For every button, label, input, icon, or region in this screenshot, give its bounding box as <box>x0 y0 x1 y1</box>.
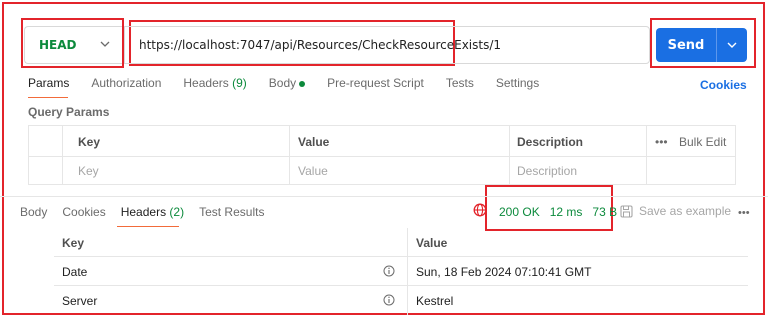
tab-response-cookies[interactable]: Cookies <box>62 205 105 219</box>
send-button[interactable]: Send <box>656 28 747 62</box>
header-key: Date <box>62 265 88 279</box>
tab-tests[interactable]: Tests <box>446 76 474 96</box>
bulk-edit-button[interactable]: Bulk Edit <box>679 135 726 149</box>
method-select[interactable]: HEAD <box>24 26 122 64</box>
tab-response-headers[interactable]: Headers (2) <box>121 205 184 219</box>
method-label: HEAD <box>39 38 77 52</box>
tab-response-headers-label: Headers <box>120 205 167 219</box>
response-status: 200 OK 12 ms 73 B <box>499 205 617 219</box>
key-input[interactable]: Key <box>78 164 99 178</box>
column-header-value: Value <box>298 135 330 149</box>
response-tabs: Body Cookies Headers (2) Test Results <box>20 205 279 219</box>
info-icon[interactable] <box>383 265 395 277</box>
column-header-key: Key <box>78 135 101 149</box>
chevron-down-icon <box>727 42 737 48</box>
send-options-chevron[interactable] <box>717 40 747 50</box>
column-divider <box>407 257 408 285</box>
header-key: Server <box>62 294 98 308</box>
column-divider <box>407 286 408 315</box>
body-indicator-dot <box>299 80 306 87</box>
column-divider <box>62 126 63 184</box>
table-row: Server Kestrel <box>54 286 748 315</box>
response-headers-table: Key Value Date Sun, 18 Feb 2024 07:10:41… <box>54 228 748 315</box>
url-input[interactable]: https://localhost:7047/api/Resources/Che… <box>124 26 650 64</box>
column-header-key: Key <box>62 236 85 250</box>
query-params-table: Key Value Description ••• Bulk Edit Key … <box>28 125 736 185</box>
response-size[interactable]: 73 B <box>592 205 617 219</box>
value-input[interactable]: Value <box>298 164 328 178</box>
description-input[interactable]: Description <box>517 164 577 178</box>
header-value: Sun, 18 Feb 2024 07:10:41 GMT <box>416 265 592 279</box>
save-as-example-button[interactable]: Save as example <box>620 204 731 218</box>
tab-params[interactable]: Params <box>28 76 69 96</box>
status-code[interactable]: 200 OK <box>499 205 540 219</box>
save-icon <box>620 204 633 218</box>
save-as-example-label: Save as example <box>639 204 732 218</box>
active-tab-indicator <box>28 97 68 98</box>
tab-authorization[interactable]: Authorization <box>91 76 161 96</box>
pane-divider[interactable] <box>0 196 768 197</box>
table-row-divider <box>29 156 735 157</box>
column-divider <box>289 126 290 184</box>
info-icon[interactable] <box>383 294 395 306</box>
tab-settings[interactable]: Settings <box>496 76 539 96</box>
chevron-down-icon <box>100 41 110 47</box>
send-label: Send <box>667 37 705 53</box>
tab-test-results[interactable]: Test Results <box>199 205 264 219</box>
table-header-row: Key Value <box>54 228 748 257</box>
cookies-link[interactable]: Cookies <box>700 78 747 92</box>
column-header-description: Description <box>517 135 584 149</box>
tab-pre-request-script[interactable]: Pre-request Script <box>327 76 424 96</box>
tab-body-label: Body <box>268 76 297 90</box>
more-options-icon[interactable]: ••• <box>655 135 668 149</box>
request-tabs: Params Authorization Headers (9) Body Pr… <box>28 76 561 96</box>
tab-headers-label: Headers <box>183 76 229 90</box>
column-header-value: Value <box>416 236 448 250</box>
active-response-tab-indicator <box>117 226 179 227</box>
table-row: Date Sun, 18 Feb 2024 07:10:41 GMT <box>54 257 748 286</box>
response-time[interactable]: 12 ms <box>550 205 583 219</box>
tab-body[interactable]: Body <box>268 76 306 96</box>
tab-response-body[interactable]: Body <box>20 205 47 219</box>
column-divider <box>407 228 408 256</box>
header-value: Kestrel <box>416 294 454 308</box>
tab-response-headers-count: (2) <box>169 205 185 219</box>
more-options-icon[interactable]: ••• <box>738 207 750 219</box>
tab-headers[interactable]: Headers (9) <box>183 76 246 96</box>
column-divider <box>509 126 510 184</box>
column-divider <box>646 126 647 184</box>
globe-icon[interactable] <box>473 203 487 217</box>
query-params-title: Query Params <box>28 105 110 119</box>
tab-headers-count: (9) <box>232 76 247 90</box>
